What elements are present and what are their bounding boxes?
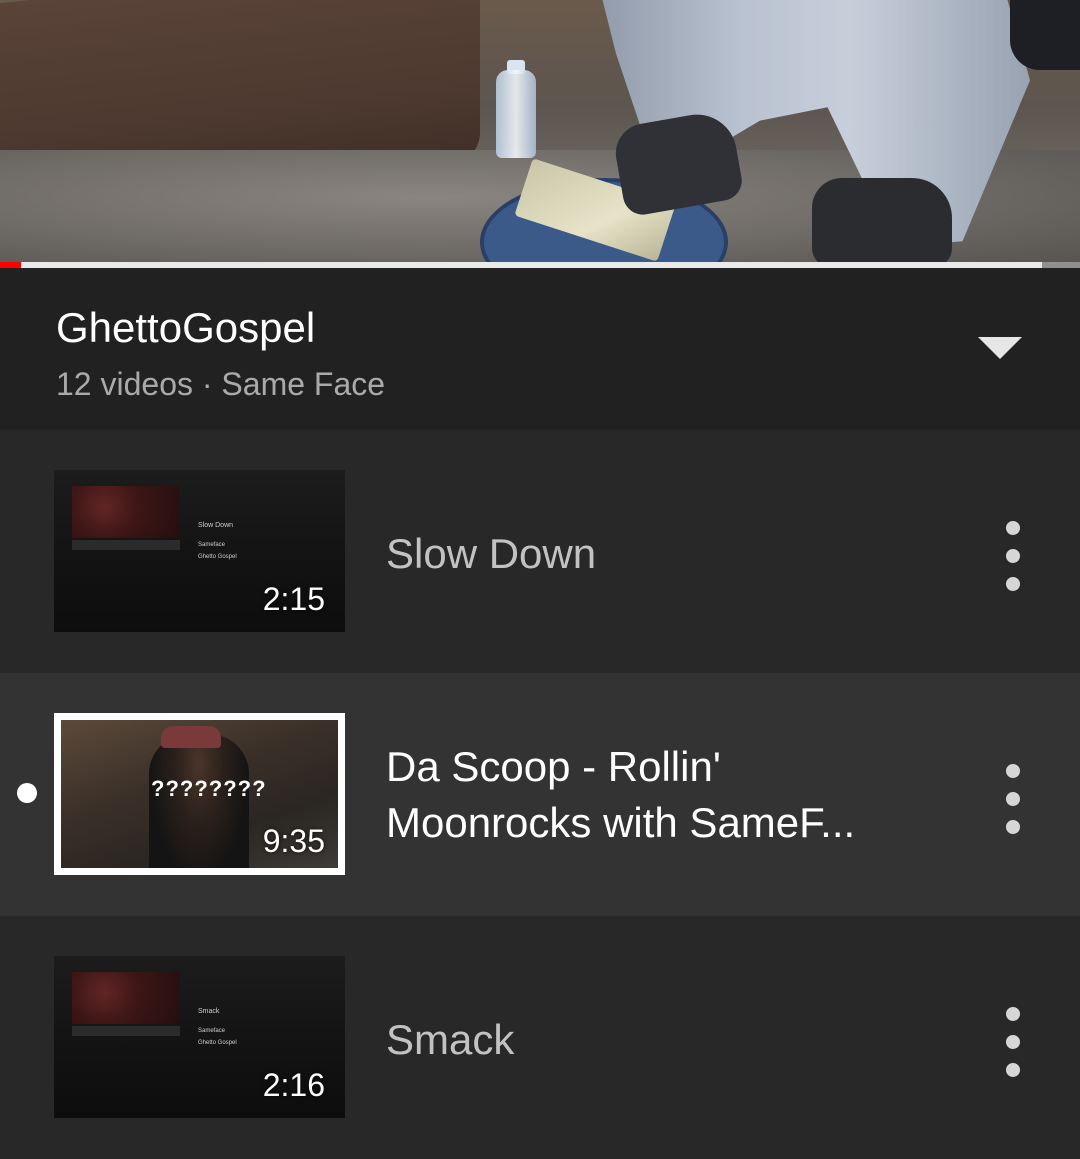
- now-playing-indicator-icon: [17, 783, 37, 803]
- thumbnail-album: Ghetto Gospel: [198, 1040, 237, 1046]
- more-options-button[interactable]: [990, 521, 1036, 591]
- playlist-item[interactable]: Smack Sameface Ghetto Gospel 2:16 Smack: [0, 916, 1080, 1159]
- thumbnail-song: Smack: [198, 1008, 220, 1015]
- video-title[interactable]: Da Scoop - Rollin' Moonrocks with SameF.…: [386, 739, 926, 851]
- more-options-button[interactable]: [990, 1007, 1036, 1077]
- video-duration: 2:15: [262, 581, 325, 617]
- video-scene-jacket: [1010, 0, 1080, 70]
- video-title[interactable]: Slow Down: [386, 526, 926, 582]
- thumbnail-artist: Sameface: [198, 1028, 226, 1034]
- thumbnail-artist: Sameface: [198, 542, 226, 548]
- more-vert-icon: [1006, 764, 1020, 778]
- album-art: [72, 486, 180, 538]
- thumbnail-album: Ghetto Gospel: [198, 554, 237, 560]
- thumbnail-person: [149, 734, 249, 868]
- video-scene-bottle: [496, 70, 536, 158]
- playlist-item[interactable]: Slow Down Sameface Ghetto Gospel 2:15 Sl…: [0, 430, 1080, 673]
- video-title-overlay: SAME FACE: [360, 0, 720, 8]
- playlist-meta: 12 videos · Same Face: [56, 366, 386, 402]
- caret-down-icon: [978, 337, 1022, 359]
- more-vert-icon: [1006, 1007, 1020, 1021]
- thumbnail-song: Slow Down: [198, 522, 234, 529]
- collapse-playlist-button[interactable]: [960, 318, 1040, 378]
- playlist-list: Slow Down Sameface Ghetto Gospel 2:15 Sl…: [0, 430, 1080, 1159]
- video-player[interactable]: SAME FACE: [0, 0, 1080, 268]
- video-thumbnail[interactable]: Smack Sameface Ghetto Gospel 2:16: [54, 956, 345, 1118]
- playlist-title: GhettoGospel: [56, 304, 316, 351]
- playlist-header[interactable]: GhettoGospel 12 videos · Same Face: [0, 268, 1080, 430]
- video-duration: 2:16: [262, 1067, 325, 1103]
- video-duration: 9:35: [262, 823, 325, 859]
- playlist-item-now-playing[interactable]: ???????? 9:35 Da Scoop - Rollin' Moonroc…: [0, 673, 1080, 916]
- video-title[interactable]: Smack: [386, 1012, 926, 1068]
- video-thumbnail[interactable]: Slow Down Sameface Ghetto Gospel 2:15: [54, 470, 345, 632]
- more-vert-icon: [1006, 521, 1020, 535]
- video-thumbnail[interactable]: ???????? 9:35: [54, 713, 345, 875]
- video-scene-shoe: [812, 178, 952, 268]
- thumbnail-overlay-text: ????????: [151, 776, 267, 801]
- more-options-button[interactable]: [990, 764, 1036, 834]
- album-art: [72, 972, 180, 1024]
